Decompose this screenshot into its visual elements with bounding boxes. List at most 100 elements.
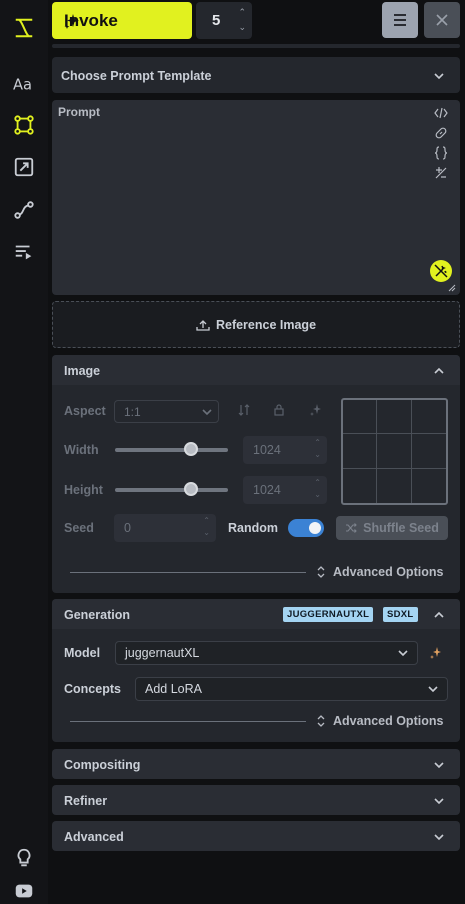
chevron-up-icon	[434, 611, 444, 618]
decrement-icon[interactable]: ⌄	[238, 22, 246, 33]
divider-line	[70, 572, 306, 573]
aspect-preview-grid	[341, 398, 448, 505]
generation-advanced-options-toggle[interactable]: Advanced Options	[317, 712, 443, 730]
decrement-icon[interactable]: ⌄	[314, 490, 321, 499]
magic-wand-off-icon	[434, 264, 448, 278]
image-panel: Image Aspect 1:1 Width 1024 ⌃ ⌄ Height 1…	[52, 355, 460, 593]
magic-wand-button[interactable]	[430, 260, 452, 282]
close-icon	[436, 14, 448, 26]
upload-icon	[196, 319, 210, 331]
prompt-textarea[interactable]: Prompt	[52, 100, 460, 295]
queue-icon[interactable]	[12, 240, 36, 264]
concepts-value: Add LoRA	[145, 682, 202, 696]
chevron-down-icon	[434, 762, 444, 769]
advanced-panel-header[interactable]: Advanced	[52, 821, 460, 851]
increment-icon[interactable]: ⌃	[238, 7, 246, 18]
image-panel-title: Image	[64, 364, 101, 378]
compositing-panel-title: Compositing	[64, 758, 141, 772]
model-select[interactable]: juggernautXL	[115, 641, 418, 665]
upscale-icon[interactable]	[12, 155, 36, 179]
sparkles-icon[interactable]	[309, 403, 322, 416]
width-label: Width	[64, 443, 99, 457]
workflows-icon[interactable]	[12, 198, 36, 222]
width-value: 1024	[253, 443, 281, 457]
prompt-label: Prompt	[58, 105, 100, 119]
iterations-value: 5	[212, 12, 221, 29]
compositing-panel-header[interactable]: Compositing	[52, 749, 460, 779]
chevron-down-icon	[434, 798, 444, 805]
aspect-label: Aspect	[64, 404, 106, 418]
increment-icon[interactable]: ⌃	[314, 478, 321, 487]
generation-panel-header[interactable]: Generation JUGGERNAUTXL SDXL	[52, 599, 460, 629]
height-value: 1024	[253, 483, 281, 497]
chevron-down-icon	[428, 686, 438, 693]
increment-icon[interactable]: ⌃	[203, 516, 210, 525]
generation-panel-title: Generation	[64, 608, 130, 622]
random-label: Random	[228, 521, 278, 535]
height-slider-track[interactable]	[115, 488, 228, 492]
reference-image-dropzone[interactable]: Reference Image	[52, 301, 460, 348]
refiner-panel-header[interactable]: Refiner	[52, 785, 460, 815]
code-icon[interactable]	[434, 107, 448, 119]
generation-panel: Generation JUGGERNAUTXL SDXL Model jugge…	[52, 599, 460, 742]
top-divider	[52, 44, 460, 48]
prompt-template-label: Choose Prompt Template	[61, 69, 212, 83]
hamburger-icon	[394, 14, 406, 26]
chevron-down-icon	[434, 834, 444, 841]
close-button[interactable]	[424, 2, 460, 38]
concepts-label: Concepts	[64, 682, 121, 696]
invoke-button-label: Invoke	[64, 10, 118, 30]
lock-icon[interactable]	[273, 404, 285, 416]
width-input[interactable]: 1024 ⌃ ⌄	[243, 436, 327, 464]
concepts-select[interactable]: Add LoRA	[135, 677, 448, 701]
chevron-up-down-icon	[317, 715, 325, 727]
model-badge: JUGGERNAUTXL	[283, 607, 374, 622]
width-slider-thumb[interactable]	[183, 442, 198, 456]
invoke-logo-icon[interactable]	[12, 16, 36, 40]
image-advanced-options-toggle[interactable]: Advanced Options	[317, 563, 443, 581]
chevron-down-icon	[434, 73, 444, 80]
iterations-stepper[interactable]: 5 ⌃ ⌄	[196, 2, 252, 39]
height-label: Height	[64, 483, 103, 497]
canvas-nodes-icon[interactable]	[12, 113, 36, 137]
swap-dimensions-icon[interactable]	[238, 404, 250, 416]
width-slider-track[interactable]	[115, 448, 228, 452]
random-toggle[interactable]	[288, 519, 324, 537]
seed-value: 0	[124, 521, 131, 535]
decrement-icon[interactable]: ⌄	[314, 450, 321, 459]
chevron-down-icon	[398, 650, 408, 657]
aspect-value: 1:1	[124, 405, 141, 419]
sparkles-icon[interactable]	[429, 646, 442, 659]
text-generation-icon[interactable]: Aa	[12, 72, 36, 96]
height-input[interactable]: 1024 ⌃ ⌄	[243, 476, 327, 504]
model-value: juggernautXL	[125, 646, 200, 660]
sidebar: Aa	[0, 0, 48, 904]
advanced-panel-title: Advanced	[64, 830, 124, 844]
resize-handle-icon[interactable]	[448, 284, 456, 292]
decrement-icon[interactable]: ⌄	[203, 528, 210, 537]
youtube-icon[interactable]	[12, 879, 36, 903]
increment-icon[interactable]: ⌃	[314, 438, 321, 447]
shuffle-seed-button[interactable]: Shuffle Seed	[336, 516, 448, 540]
chevron-up-down-icon	[317, 566, 325, 578]
menu-button[interactable]	[382, 2, 418, 38]
height-slider-thumb[interactable]	[183, 482, 198, 496]
chevron-up-icon	[434, 367, 444, 374]
lightbulb-icon[interactable]	[12, 846, 36, 870]
braces-icon[interactable]	[434, 146, 448, 160]
link-icon[interactable]	[434, 126, 448, 140]
refiner-panel-title: Refiner	[64, 794, 108, 808]
prompt-template-select[interactable]: Choose Prompt Template	[52, 57, 460, 93]
plus-minus-icon[interactable]	[434, 166, 448, 180]
image-advanced-options-label: Advanced Options	[333, 565, 444, 579]
generation-advanced-options-label: Advanced Options	[333, 714, 444, 728]
chevron-down-icon	[202, 409, 212, 416]
model-label: Model	[64, 646, 101, 660]
random-toggle-knob	[309, 522, 321, 534]
base-model-badge: SDXL	[383, 607, 418, 622]
seed-input[interactable]: 0 ⌃ ⌄	[114, 514, 216, 542]
aspect-select[interactable]: 1:1	[114, 400, 219, 423]
image-panel-header[interactable]: Image	[52, 355, 460, 385]
invoke-button[interactable]: Invoke	[52, 2, 192, 39]
svg-text:Aa: Aa	[13, 77, 32, 94]
